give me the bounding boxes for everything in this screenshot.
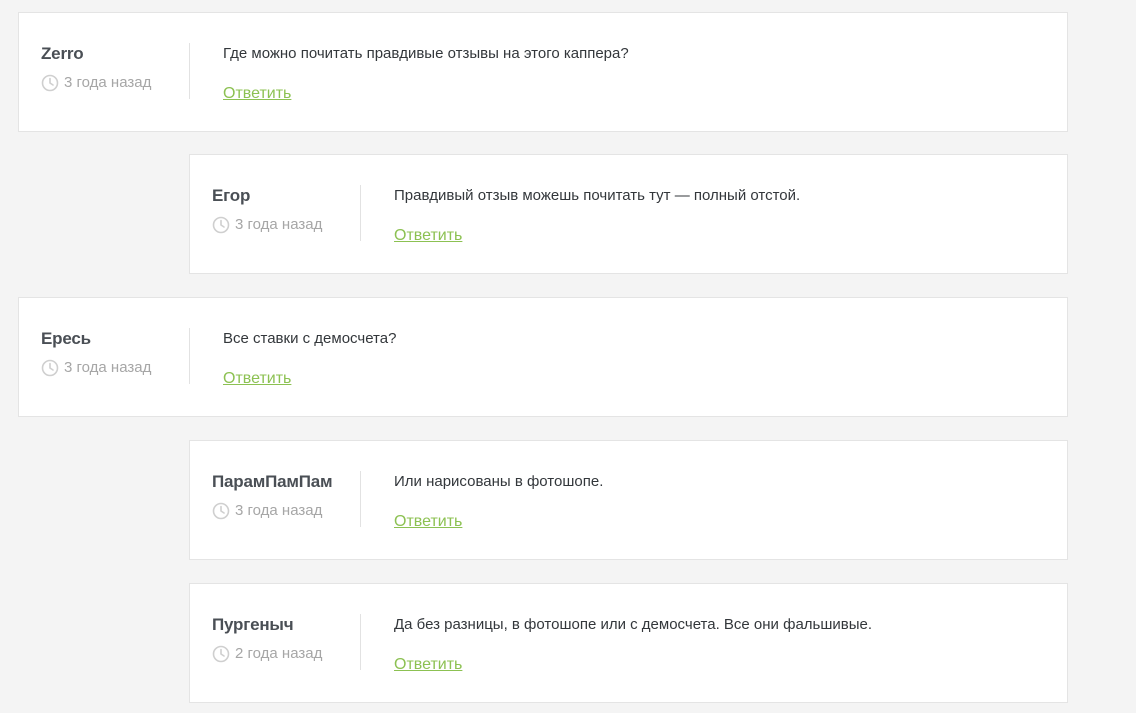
comment-item: Егор 3 года назад Правдивый отзыв можешь… bbox=[189, 154, 1068, 274]
comment-date-text: 3 года назад bbox=[235, 502, 323, 519]
comment-date-text: 3 года назад bbox=[235, 216, 323, 233]
comment-body: Или нарисованы в фотошопе. Ответить bbox=[361, 441, 1067, 559]
comment-meta: Егор 3 года назад bbox=[190, 155, 361, 273]
comment-item: Zerro 3 года назад Где можно почитать пр… bbox=[18, 12, 1068, 132]
reply-link[interactable]: Ответить bbox=[394, 513, 462, 531]
comments-list: Zerro 3 года назад Где можно почитать пр… bbox=[0, 0, 1136, 713]
comment-body: Все ставки с демосчета? Ответить bbox=[190, 298, 1067, 416]
comment-body: Где можно почитать правдивые отзывы на э… bbox=[190, 13, 1067, 131]
comment-meta: ПарамПамПам 3 года назад bbox=[190, 441, 361, 559]
clock-icon bbox=[41, 74, 59, 92]
comment-body: Правдивый отзыв можешь почитать тут — по… bbox=[361, 155, 1067, 273]
comment-text: Все ставки с демосчета? bbox=[223, 330, 397, 347]
comment-item: Пургеныч 2 года назад Да без разницы, в … bbox=[189, 583, 1068, 703]
clock-icon bbox=[212, 216, 230, 234]
comment-text: Или нарисованы в фотошопе. bbox=[394, 473, 604, 490]
comment-date: 3 года назад bbox=[41, 359, 190, 377]
comment-date-text: 2 года назад bbox=[235, 645, 323, 662]
comment-author: ПарамПамПам bbox=[212, 472, 333, 491]
reply-link[interactable]: Ответить bbox=[223, 85, 291, 103]
comment-date: 3 года назад bbox=[212, 216, 361, 234]
comment-text: Да без разницы, в фотошопе или с демосче… bbox=[394, 616, 873, 633]
comment-date-text: 3 года назад bbox=[64, 74, 152, 91]
comment-author: Егор bbox=[212, 186, 251, 205]
reply-link[interactable]: Ответить bbox=[394, 656, 462, 674]
clock-icon bbox=[212, 502, 230, 520]
comment-meta: Пургеныч 2 года назад bbox=[190, 584, 361, 702]
comment-date-text: 3 года назад bbox=[64, 359, 152, 376]
comment-author: Ересь bbox=[41, 329, 91, 348]
comment-body: Да без разницы, в фотошопе или с демосче… bbox=[361, 584, 1067, 702]
comment-item: Ересь 3 года назад Все ставки с демосчет… bbox=[18, 297, 1068, 417]
comment-meta: Ересь 3 года назад bbox=[19, 298, 190, 416]
comment-date: 2 года назад bbox=[212, 645, 361, 663]
comment-date: 3 года назад bbox=[212, 502, 361, 520]
comment-meta: Zerro 3 года назад bbox=[19, 13, 190, 131]
comment-text: Правдивый отзыв можешь почитать тут — по… bbox=[394, 187, 801, 204]
clock-icon bbox=[212, 645, 230, 663]
comment-text: Где можно почитать правдивые отзывы на э… bbox=[223, 45, 629, 62]
reply-link[interactable]: Ответить bbox=[223, 370, 291, 388]
comment-author: Пургеныч bbox=[212, 615, 294, 634]
comment-item: ПарамПамПам 3 года назад Или нарисованы … bbox=[189, 440, 1068, 560]
clock-icon bbox=[41, 359, 59, 377]
reply-link[interactable]: Ответить bbox=[394, 227, 462, 245]
comment-author: Zerro bbox=[41, 44, 84, 63]
comment-date: 3 года назад bbox=[41, 74, 190, 92]
